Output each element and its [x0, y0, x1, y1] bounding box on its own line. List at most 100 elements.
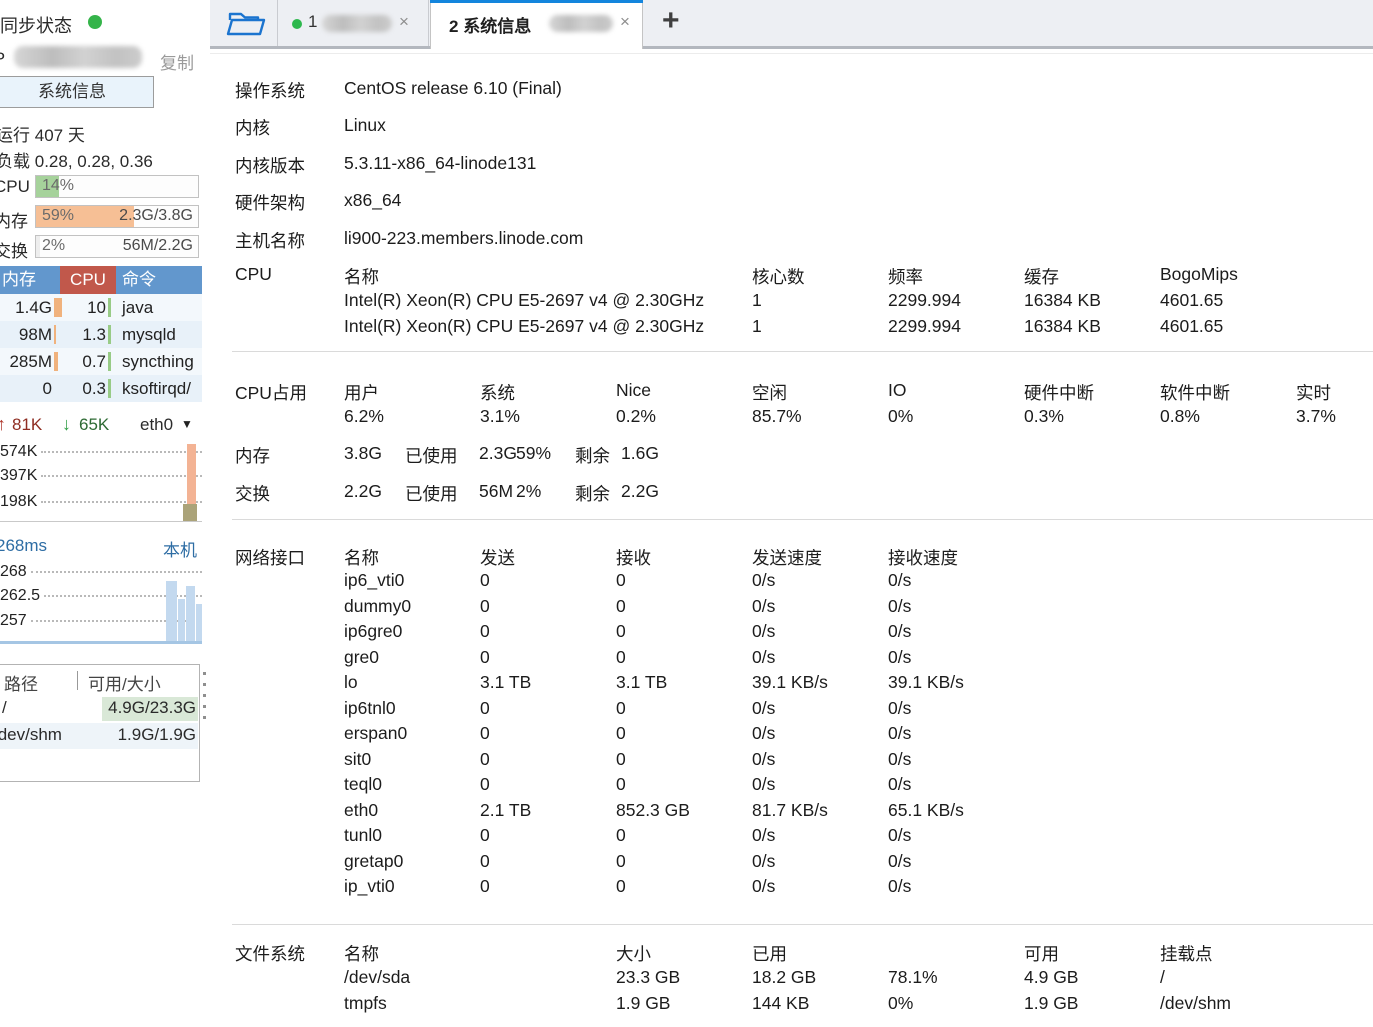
swap-meter-fill — [36, 236, 40, 257]
system-info-button[interactable]: 系统信息 — [0, 76, 154, 108]
hostname-label: 主机名称 — [235, 228, 344, 253]
gridline — [41, 475, 202, 477]
proc-cpu: 1.3 — [56, 321, 106, 348]
cpu-meter-percent: 14% — [42, 177, 74, 195]
kernel-version-label: 内核版本 — [235, 153, 344, 178]
filesystem-table-header: 文件系统 名称 大小 已用 可用 挂载点 — [235, 941, 1213, 966]
tab1-close-icon[interactable]: × — [399, 12, 409, 32]
new-tab-button[interactable]: + — [662, 4, 680, 38]
disk-row-path: / — [2, 698, 7, 718]
disk-row-value: 4.9G/23.3G — [104, 698, 196, 718]
tab2-title-redacted — [549, 15, 613, 32]
proc-cmd: syncthing — [122, 348, 194, 375]
filesystem-row: tmpfs1.9 GB144 KB0%1.9 GB/dev/shm — [344, 993, 1231, 1014]
swap-row: 交换 2.2G 已使用 56M 2% 剩余 2.2G — [235, 481, 659, 506]
cpu-usage-label: CPU占用 — [235, 380, 344, 405]
cpu-table-header: CPU 名称 核心数 频率 缓存 BogoMips — [235, 264, 1238, 289]
ping-tick: 268 — [0, 563, 31, 581]
header-cmd: 命令 — [122, 266, 156, 294]
network-row: ip_vti0000/s0/s — [344, 876, 911, 897]
process-row: 1.4G 10 java — [0, 294, 202, 321]
download-value: 65K — [79, 415, 109, 435]
interface-dropdown[interactable]: eth0 — [140, 415, 173, 435]
load-value: 0.28, 0.28, 0.36 — [35, 152, 153, 171]
process-table: 内存 CPU 命令 1.4G 10 java 98M 1.3 mysqld 28… — [0, 266, 202, 402]
ping-bar — [186, 586, 195, 641]
cpu-usage-header: CPU占用 用户系统Nice空闲IO硬件中断软件中断实时 — [235, 380, 1331, 405]
hostname-value: li900-223.members.linode.com — [344, 228, 583, 253]
proc-mem: 285M — [0, 348, 52, 375]
swap-meter: 2% 56M/2.2G — [35, 235, 199, 258]
swap-meter-label: 交换 — [0, 237, 28, 262]
cpu-meter-label: CPU — [0, 177, 30, 197]
disk-row-value: 1.9G/1.9G — [104, 725, 196, 745]
tab-bar: 1 × 2 系统信息 × + — [210, 0, 1373, 49]
network-row: gre0000/s0/s — [344, 647, 911, 668]
tab-terminal-1[interactable]: 1 × — [277, 0, 429, 46]
chevron-down-icon[interactable]: ▼ — [181, 417, 193, 431]
arch-value: x86_64 — [344, 190, 401, 215]
ip-value-redacted — [14, 46, 142, 68]
network-table-header: 网络接口 名称 发送 接收 发送速度 接收速度 — [235, 545, 958, 570]
mem-meter: 59% 2.3G/3.8G — [35, 205, 199, 228]
swap-meter-percent: 2% — [42, 237, 65, 255]
proc-cpu: 0.3 — [56, 375, 106, 402]
proc-mem: 0 — [0, 375, 52, 402]
ping-tick: 262.5 — [0, 587, 44, 605]
tab1-title-redacted — [322, 15, 392, 32]
section-divider — [232, 351, 1373, 352]
sync-status-dot — [88, 15, 102, 29]
tab2-close-icon[interactable]: × — [620, 12, 630, 32]
uptime-label: 运行 — [0, 126, 30, 145]
network-row: eth02.1 TB852.3 GB81.7 KB/s65.1 KB/s — [344, 800, 964, 821]
folder-icon — [222, 8, 268, 40]
process-row: 98M 1.3 mysqld — [0, 321, 202, 348]
filesystem-section-label: 文件系统 — [235, 941, 344, 966]
network-row: gretap0000/s0/s — [344, 851, 911, 872]
proc-mem: 1.4G — [0, 294, 52, 321]
copy-button[interactable]: 复制 — [160, 49, 194, 74]
network-row: ip6_vti0000/s0/s — [344, 570, 911, 591]
section-divider — [232, 519, 1373, 520]
cpu-meter: 14% — [35, 175, 199, 198]
process-row: 0 0.3 ksoftirqd/ — [0, 375, 202, 402]
header-cpu[interactable]: CPU — [60, 266, 116, 294]
network-row: ip6tnl0000/s0/s — [344, 698, 911, 719]
disk-value-header: 可用/大小 — [88, 670, 161, 695]
chart-baseline — [0, 521, 202, 522]
load-label: 负载 — [0, 152, 30, 171]
disk-header-separator — [77, 671, 78, 690]
ip-label: IP — [0, 49, 5, 69]
process-table-header: 内存 CPU 命令 — [0, 266, 202, 294]
kernel-label: 内核 — [235, 115, 344, 140]
proc-cpu: 10 — [56, 294, 106, 321]
mem-meter-label: 内存 — [0, 207, 28, 232]
tab1-number: 1 — [308, 12, 317, 32]
tab2-label: 2 系统信息 — [449, 12, 531, 37]
network-section-label: 网络接口 — [235, 545, 344, 570]
gridline — [44, 595, 202, 597]
main-panel: 1 × 2 系统信息 × + 操作系统CentOS release 6.10 (… — [210, 0, 1373, 1027]
uptime-row: 运行 407 天 — [0, 121, 85, 146]
header-mem: 内存 — [2, 266, 36, 294]
proc-mem: 98M — [0, 321, 52, 348]
net-tick: 574K — [0, 443, 41, 461]
network-row: dummy0000/s0/s — [344, 596, 911, 617]
cpu-row: Intel(R) Xeon(R) CPU E5-2697 v4 @ 2.30GH… — [344, 290, 1223, 311]
sidebar: 同步状态 IP 复制 系统信息 运行 407 天 负载 0.28, 0.28, … — [0, 0, 210, 1027]
app-window: 同步状态 IP 复制 系统信息 运行 407 天 负载 0.28, 0.28, … — [0, 0, 1373, 1027]
ping-baseline — [0, 641, 202, 644]
kernel-version-value: 5.3.11-x86_64-linode131 — [344, 153, 536, 178]
tab-system-info-active[interactable]: 2 系统信息 × — [430, 0, 643, 49]
ping-bar — [178, 599, 185, 641]
ping-tick: 257 — [0, 612, 31, 630]
os-value: CentOS release 6.10 (Final) — [344, 78, 562, 103]
upload-value: 81K — [12, 415, 42, 435]
panel-drag-handle[interactable] — [203, 672, 207, 727]
ping-current: 268ms — [0, 536, 47, 556]
ping-bar — [196, 604, 202, 641]
open-folder-button[interactable] — [222, 8, 268, 40]
disk-row-path: /dev/shm — [0, 725, 62, 745]
network-row: sit0000/s0/s — [344, 749, 911, 770]
arch-label: 硬件架构 — [235, 190, 344, 215]
